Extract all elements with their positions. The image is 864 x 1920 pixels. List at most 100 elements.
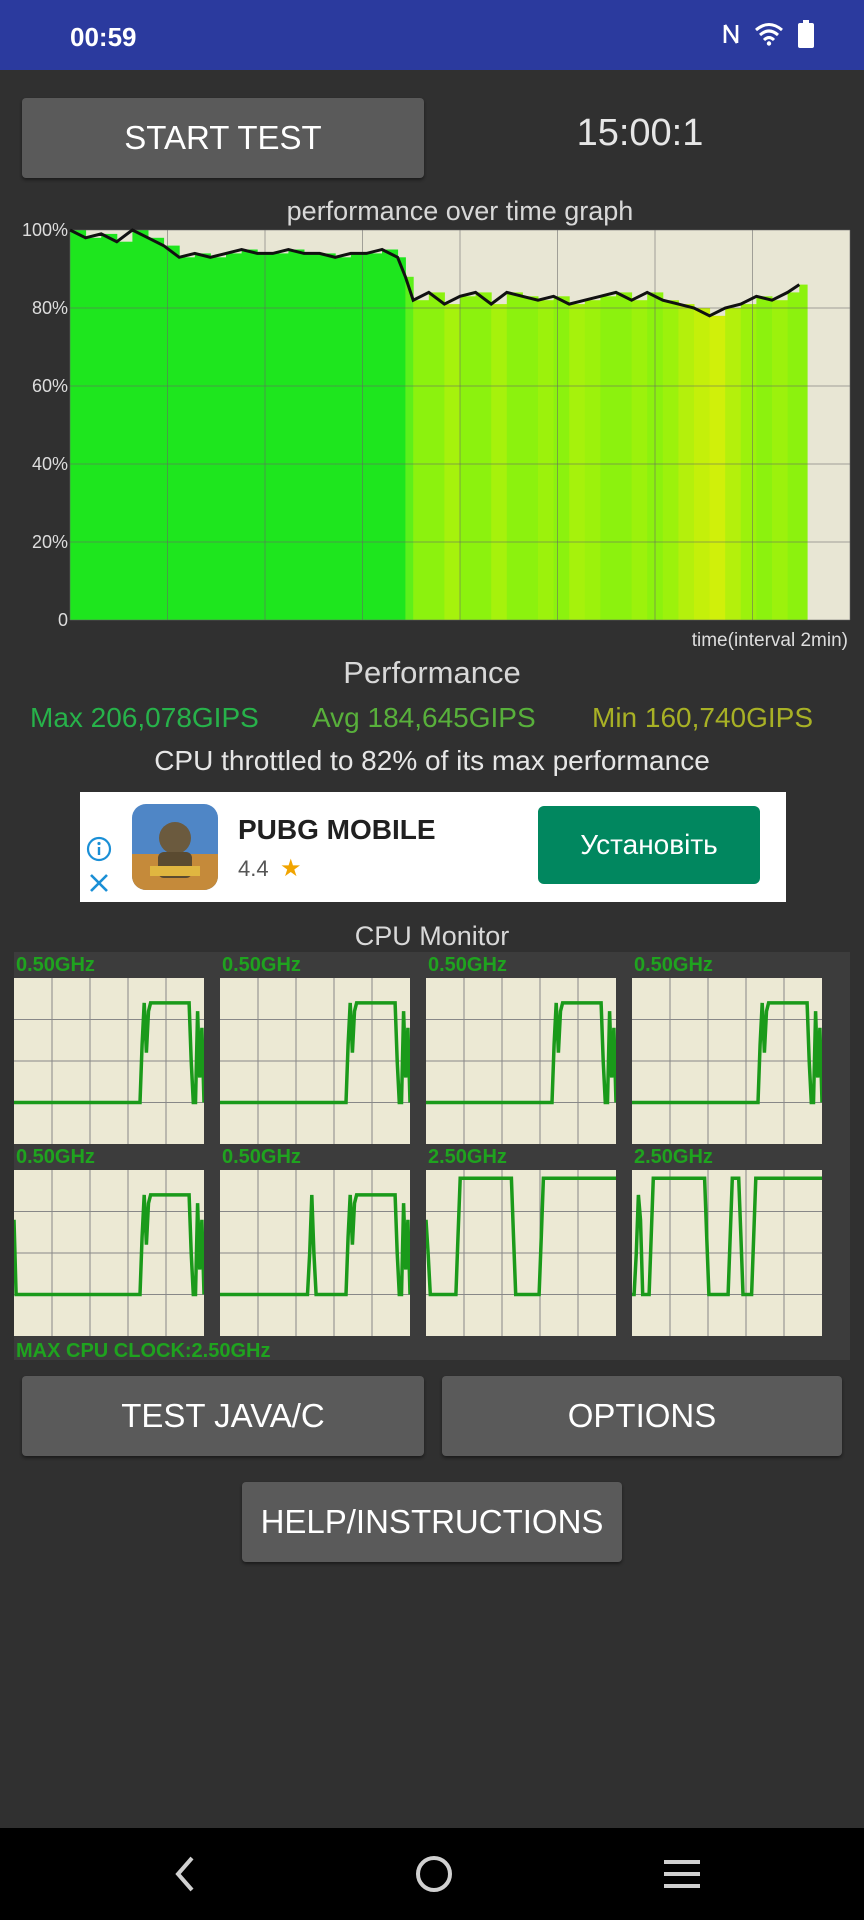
performance-bar [662, 300, 679, 620]
test-java-c-button[interactable]: TEST JAVA/C [22, 1376, 424, 1456]
start-test-button[interactable]: START TEST [22, 98, 424, 178]
performance-bar [740, 304, 757, 620]
y-tick-label: 40% [32, 454, 68, 474]
cpu-core-monitor: 0.50GHz [220, 1146, 410, 1336]
performance-bar [335, 257, 352, 620]
performance-bar [756, 296, 773, 620]
help-instructions-button[interactable]: HELP/INSTRUCTIONS [242, 1482, 622, 1562]
cpu-core-monitor: 0.50GHz [14, 1146, 204, 1336]
status-time: 00:59 [70, 22, 137, 52]
core-frequency-graph [14, 1170, 204, 1336]
cpu-core-monitor: 0.50GHz [426, 954, 616, 1144]
core-frequency-label: 0.50GHz [222, 1146, 301, 1168]
performance-bar [678, 304, 695, 620]
cpu-core-monitor: 0.50GHz [220, 954, 410, 1144]
core-frequency-label: 2.50GHz [634, 1146, 713, 1168]
max-performance: Max 206,078GIPS [30, 702, 259, 733]
recents-icon[interactable] [660, 1852, 704, 1896]
performance-bar [709, 315, 726, 620]
performance-bar [382, 249, 399, 620]
options-button[interactable]: OPTIONS [442, 1376, 842, 1456]
y-tick-label: 0 [58, 610, 68, 630]
core-frequency-label: 0.50GHz [222, 954, 301, 976]
performance-bar [405, 276, 414, 620]
cpu-core-monitor: 2.50GHz [426, 1146, 616, 1336]
performance-bar [553, 296, 570, 620]
performance-bar [148, 237, 165, 621]
back-icon[interactable] [166, 1852, 206, 1896]
performance-bar [569, 304, 586, 620]
cpu-monitor-title: CPU Monitor [354, 921, 510, 951]
performance-bar [787, 292, 800, 620]
core-frequency-label: 0.50GHz [16, 954, 95, 976]
x-axis-label: time(interval 2min) [692, 630, 848, 650]
performance-bar [600, 296, 617, 620]
ad-app-name: PUBG MOBILE [238, 814, 436, 845]
cpu-core-monitor: 2.50GHz [632, 1146, 822, 1336]
info-icon[interactable] [86, 836, 112, 862]
performance-bar [413, 300, 430, 620]
y-tick-label: 100% [22, 220, 68, 240]
y-tick-label: 20% [32, 532, 68, 552]
ad-rating: 4.4 [238, 856, 269, 881]
nfc-icon [723, 24, 739, 44]
cpu-core-monitor: 0.50GHz [14, 954, 204, 1144]
home-icon[interactable] [412, 1852, 456, 1896]
performance-bar [116, 241, 133, 620]
performance-bar [506, 292, 523, 620]
wifi-icon [755, 23, 783, 46]
max-cpu-clock: MAX CPU CLOCK:2.50GHz [16, 1340, 271, 1362]
core-frequency-graph [14, 978, 204, 1144]
cpu-core-monitor: 0.50GHz [632, 954, 822, 1144]
performance-bar [85, 237, 102, 621]
close-icon[interactable] [86, 870, 112, 896]
y-tick-label: 60% [32, 376, 68, 396]
performance-bar [772, 300, 789, 620]
performance-heading: Performance [343, 655, 521, 690]
throttle-summary: CPU throttled to 82% of its max performa… [154, 745, 710, 776]
performance-bar [522, 296, 539, 620]
core-frequency-label: 0.50GHz [428, 954, 507, 976]
performance-bar [397, 257, 406, 620]
performance-bar [799, 284, 808, 620]
y-tick-label: 80% [32, 298, 68, 318]
performance-bar [288, 249, 305, 620]
performance-bar [491, 304, 508, 620]
performance-bar [538, 300, 555, 620]
core-frequency-label: 0.50GHz [634, 954, 713, 976]
core-frequency-graph [220, 1170, 410, 1336]
min-performance: Min 160,740GIPS [592, 702, 814, 733]
core-frequency-graph [426, 978, 616, 1144]
star-icon: ★ [280, 855, 302, 882]
ad-banner[interactable]: PUBG MOBILE 4.4 ★ Установіть [80, 792, 786, 902]
performance-bar [70, 230, 87, 620]
performance-bar [210, 257, 227, 620]
performance-graph: 100% 80% 60% 40% 20% 0 time(interval 2min) [22, 220, 851, 650]
navigation-bar [0, 1828, 864, 1920]
performance-bar [428, 292, 445, 620]
status-bar: 00:59 [0, 0, 864, 70]
performance-bar [101, 233, 118, 620]
install-button[interactable]: Установіть [538, 806, 760, 884]
performance-bar [616, 292, 633, 620]
core-frequency-graph [632, 978, 822, 1144]
performance-bar [584, 300, 601, 620]
core-frequency-graph [632, 1170, 822, 1336]
core-frequency-graph [426, 1170, 616, 1336]
performance-bar [241, 249, 258, 620]
performance-bar [631, 300, 648, 620]
app-logo [132, 804, 218, 890]
cpu-monitor-panel: 0.50GHz 0.50GHz 0.50GHz 0.50GHz 0.50GHz 0.50G… [14, 952, 850, 1362]
performance-bar [132, 230, 149, 620]
avg-performance: Avg 184,645GIPS [312, 702, 536, 733]
core-frequency-label: 2.50GHz [428, 1146, 507, 1168]
performance-bar [475, 292, 492, 620]
status-icons [722, 20, 814, 48]
performance-bar [163, 245, 180, 620]
performance-bar [460, 296, 477, 620]
performance-bar [179, 257, 196, 620]
performance-bar [444, 304, 461, 620]
core-frequency-graph [220, 978, 410, 1144]
test-timer: 15:00:1 [576, 112, 704, 154]
core-frequency-label: 0.50GHz [16, 1146, 95, 1168]
